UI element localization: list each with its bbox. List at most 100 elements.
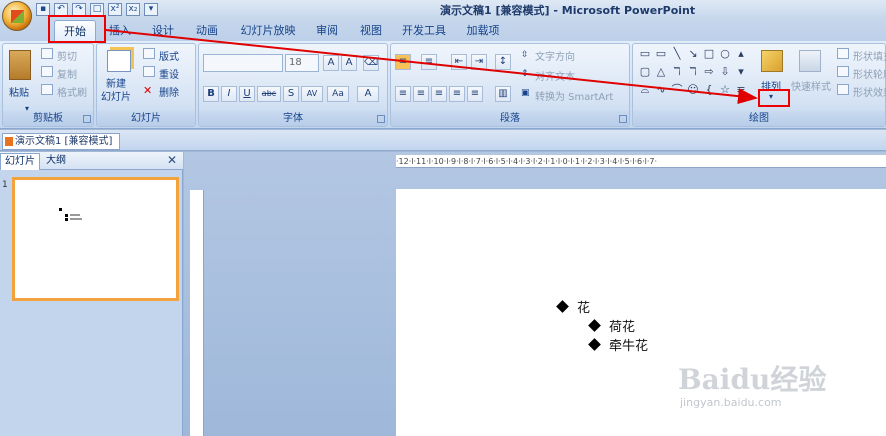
char-spacing-button[interactable]: AV [301,86,323,102]
strikethrough-button[interactable]: abc [257,86,281,102]
shadow-button[interactable]: S [283,86,299,102]
line-spacing-icon[interactable]: ↕ [495,54,511,70]
bold-button[interactable]: B [203,86,219,102]
bullet-item[interactable]: 花 [556,297,590,316]
underline-button[interactable]: U [239,86,255,102]
tab-animation[interactable]: 动画 [186,20,228,41]
new-slide-button[interactable]: 新建 幻灯片 [101,78,131,104]
tab-slideshow[interactable]: 幻灯片放映 [232,20,304,41]
shape-outline-button[interactable]: 形状轮廓 [853,66,886,81]
arrange-icon[interactable] [761,50,783,72]
triangle-shape-icon[interactable]: △ [655,66,667,78]
font-launcher-icon[interactable] [377,115,385,123]
reset-icon [143,66,155,77]
oval-shape-icon[interactable]: ○ [719,48,731,60]
office-logo-icon [11,10,24,23]
font-group-label: 字体 [199,111,387,126]
layout-button[interactable]: 版式 [159,48,179,63]
delete-button[interactable]: 删除 [159,84,179,99]
tab-insert[interactable]: 插入 [100,20,140,41]
reset-button[interactable]: 重设 [159,66,179,81]
brace-shape-icon[interactable]: { [703,84,715,96]
customize-qat-icon[interactable]: ▾ [144,3,158,16]
paste-icon[interactable] [9,50,31,80]
clear-format-icon[interactable]: ⌫ [363,55,379,71]
arrow-line-shape-icon[interactable]: ↘ [687,48,699,60]
superscript-icon[interactable]: x² [108,3,122,16]
align-right-icon[interactable]: ≡ [431,86,447,102]
rectangle-shape-icon[interactable]: □ [703,48,715,60]
thumb-text-line [70,214,80,216]
down-arrow-shape-icon[interactable]: ⇩ [719,66,731,78]
slides-group: 新建 幻灯片 版式 重设 ✕ 删除 幻灯片 [96,43,196,127]
align-left-icon[interactable]: ≡ [395,86,411,102]
tab-review[interactable]: 审阅 [306,20,348,41]
cut-button[interactable]: 剪切 [57,48,77,63]
tab-developer[interactable]: 开发工具 [396,20,452,41]
italic-button[interactable]: I [221,86,237,102]
watermark-url: jingyan.baidu.com [680,396,782,409]
thumb-bullet-1 [59,208,62,211]
new-slide-icon[interactable] [107,50,131,72]
font-name-input[interactable] [203,54,283,72]
align-text-button[interactable]: 对齐文本 [535,68,575,83]
paragraph-launcher-icon[interactable] [619,115,627,123]
close-pane-icon[interactable]: ✕ [167,153,177,167]
vtextbox-shape-icon[interactable]: ▭ [655,48,667,60]
bullet-item[interactable]: 牵牛花 [588,335,648,354]
drawing-group: ▭ ▭ ╲ ↘ □ ○ ▴ ▢ △ ℸ ℸ ⇨ ⇩ ▾ ⌓ ∿ ⌒ ☺ { ☆ … [632,43,886,127]
textbox-shape-icon[interactable]: ▭ [639,48,651,60]
increase-indent-icon[interactable]: ⇥ [471,54,487,70]
tab-design[interactable]: 设计 [142,20,184,41]
font-size-input[interactable]: 18 [285,54,319,72]
bullet-item[interactable]: 荷花 [588,316,635,335]
align-center-icon[interactable]: ≡ [413,86,429,102]
office-button[interactable] [2,1,32,31]
numbering-icon[interactable]: ≡ [421,54,437,70]
paste-button[interactable]: 粘贴 [9,84,29,99]
shapes-scroll-down-icon[interactable]: ▾ [735,66,747,78]
format-painter-button[interactable]: 格式刷 [57,84,87,99]
drawing-group-label: 绘图 [633,111,885,126]
bullets-icon[interactable]: ≡ [395,54,411,70]
tab-addins[interactable]: 加载项 [460,20,506,41]
star-shape-icon[interactable]: ☆ [719,84,731,96]
quick-styles-button[interactable]: 快速样式 [791,78,831,93]
shape-effects-button[interactable]: 形状效果 [853,84,886,99]
curve-shape-icon[interactable]: ∿ [655,84,667,96]
shape-fill-icon [837,48,849,59]
copy-button[interactable]: 复制 [57,66,77,81]
shrink-font-icon[interactable]: A [341,55,357,71]
paragraph-group-label: 段落 [391,111,629,126]
freeform-shape-icon[interactable]: ⌓ [639,84,651,96]
convert-smartart-button[interactable]: 转换为 SmartArt [535,88,613,103]
clipboard-launcher-icon[interactable] [83,115,91,123]
subscript-icon[interactable]: x₂ [126,3,140,16]
elbow-connector-shape-icon[interactable]: ℸ [671,66,683,78]
slide-thumbnail[interactable] [12,177,179,301]
document-tab[interactable]: 演示文稿1 [兼容模式] [2,133,120,150]
font-color-icon[interactable]: A [357,86,379,102]
shape-fill-button[interactable]: 形状填充 [853,48,886,63]
decrease-indent-icon[interactable]: ⇤ [451,54,467,70]
shape-outline-icon [837,66,849,77]
quick-styles-icon[interactable] [799,50,821,72]
columns-icon[interactable]: ▥ [495,86,511,102]
smile-shape-icon[interactable]: ☺ [687,84,699,96]
tab-slides[interactable]: 幻灯片 [0,153,40,170]
line-shape-icon[interactable]: ╲ [671,48,683,60]
tab-outline[interactable]: 大纲 [42,153,70,170]
tab-view[interactable]: 视图 [350,20,392,41]
grow-font-icon[interactable]: A [323,55,339,71]
arc-shape-icon[interactable]: ⌒ [671,84,683,96]
shapes-more-icon[interactable]: ≡ [735,84,747,96]
distribute-icon[interactable]: ≡ [467,86,483,102]
right-arrow-shape-icon[interactable]: ⇨ [703,66,715,78]
text-direction-button[interactable]: 文字方向 [535,48,575,63]
change-case-button[interactable]: Aa [327,86,349,102]
elbow-arrow-shape-icon[interactable]: ℸ [687,66,699,78]
slide-canvas[interactable]: 花 荷花 牵牛花 [396,189,886,436]
justify-icon[interactable]: ≡ [449,86,465,102]
shapes-scroll-up-icon[interactable]: ▴ [735,48,747,60]
rounded-rect-shape-icon[interactable]: ▢ [639,66,651,78]
